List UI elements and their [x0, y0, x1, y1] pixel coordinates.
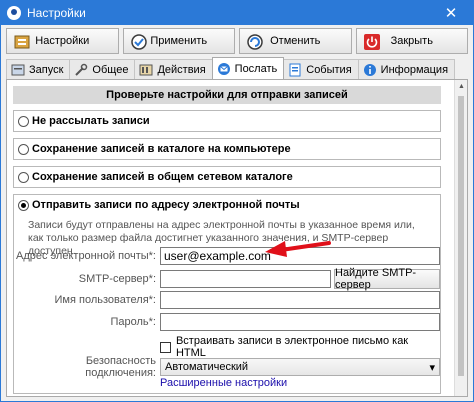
option-label: Сохранение записей в каталоге на компьют… — [32, 143, 291, 155]
email-field-label: Адрес электронной почты*: — [16, 250, 156, 262]
embed-html-checkbox[interactable] — [160, 341, 171, 353]
tab-label: Запуск — [29, 63, 64, 76]
password-field-label: Пароль*: — [110, 316, 156, 328]
launch-icon — [11, 64, 25, 75]
tab-label: Послать — [234, 62, 278, 75]
tab-label: Общее — [92, 63, 129, 76]
username-field[interactable] — [160, 291, 440, 309]
radio-button[interactable] — [18, 143, 29, 155]
tab-label: События — [306, 63, 352, 76]
find-smtp-button[interactable]: Найдите SMTP-сервер — [334, 267, 440, 291]
apply-button-label: Применить — [150, 35, 208, 47]
tab-label: Информация — [380, 63, 449, 76]
tab-label: Действия — [157, 63, 206, 76]
info-icon — [363, 63, 376, 76]
cancel-button[interactable]: Отменить — [239, 28, 352, 54]
settings-button[interactable]: Настройки — [6, 28, 119, 54]
scroll-up-icon[interactable]: ▲ — [455, 80, 468, 94]
settings-icon — [14, 35, 30, 49]
option-label: Сохранение записей в общем сетевом катал… — [32, 171, 293, 183]
radio-button[interactable] — [18, 115, 29, 127]
chevron-down-icon: ▾ — [429, 361, 435, 374]
panel-header: Проверьте настройки для отправки записей — [13, 86, 441, 104]
tab-bar: Запуск Общее Действия Послать События Ин… — [1, 57, 473, 79]
cancel-button-label: Отменить — [270, 35, 321, 47]
red-arrow-annotation — [265, 241, 331, 257]
tab-info[interactable]: Информация — [357, 59, 456, 79]
tab-general[interactable]: Общее — [69, 59, 136, 79]
send-icon — [217, 62, 230, 75]
option-email[interactable]: Отправить записи по адресу электронной п… — [14, 195, 440, 215]
security-select-value: Автоматический — [165, 361, 249, 373]
username-field-label: Имя пользователя*: — [54, 294, 156, 306]
toolbar: Настройки Применить Отменить Закрыть — [1, 25, 473, 57]
option-label: Отправить записи по адресу электронной п… — [32, 199, 300, 211]
tab-launch[interactable]: Запуск — [6, 59, 71, 79]
radio-button[interactable] — [18, 199, 29, 211]
option-label: Не рассылать записи — [32, 115, 150, 127]
option-network-folder[interactable]: Сохранение записей в общем сетевом катал… — [13, 166, 441, 188]
close-button-label: Закрыть — [390, 35, 433, 47]
advanced-settings-link[interactable]: Расширенные настройки — [160, 377, 287, 389]
close-button[interactable]: Закрыть — [355, 28, 468, 54]
power-icon — [363, 34, 380, 50]
tab-events[interactable]: События — [283, 59, 359, 79]
smtp-field[interactable] — [160, 270, 331, 288]
email-section: Отправить записи по адресу электронной п… — [13, 194, 441, 394]
app-icon — [7, 6, 21, 20]
apply-icon — [130, 34, 147, 50]
tab-send[interactable]: Послать — [211, 57, 285, 79]
smtp-field-label: SMTP-сервер*: — [78, 273, 156, 285]
tab-actions[interactable]: Действия — [134, 59, 213, 79]
title-bar: Настройки ✕ — [1, 1, 473, 25]
tools-icon — [75, 63, 88, 76]
events-icon — [289, 63, 301, 76]
window-title: Настройки — [27, 6, 86, 20]
option-local-folder[interactable]: Сохранение записей в каталоге на компьют… — [13, 138, 441, 160]
settings-button-label: Настройки — [35, 35, 90, 47]
send-panel: ▲ Проверьте настройки для отправки запис… — [6, 79, 468, 397]
actions-icon — [139, 64, 153, 75]
option-no-send[interactable]: Не рассылать записи — [13, 110, 441, 132]
radio-button[interactable] — [18, 171, 29, 183]
apply-button[interactable]: Применить — [122, 28, 235, 54]
security-select[interactable]: Автоматический ▾ — [160, 358, 440, 376]
security-label: Безопасность подключения: — [85, 355, 156, 379]
cancel-icon — [247, 34, 263, 50]
password-field[interactable] — [160, 313, 440, 331]
scroll-thumb[interactable] — [458, 96, 464, 376]
window-close-button[interactable]: ✕ — [429, 1, 473, 25]
vertical-scrollbar[interactable]: ▲ — [454, 80, 467, 396]
settings-window: Настройки ✕ Настройки Применить Отменить — [0, 0, 474, 402]
